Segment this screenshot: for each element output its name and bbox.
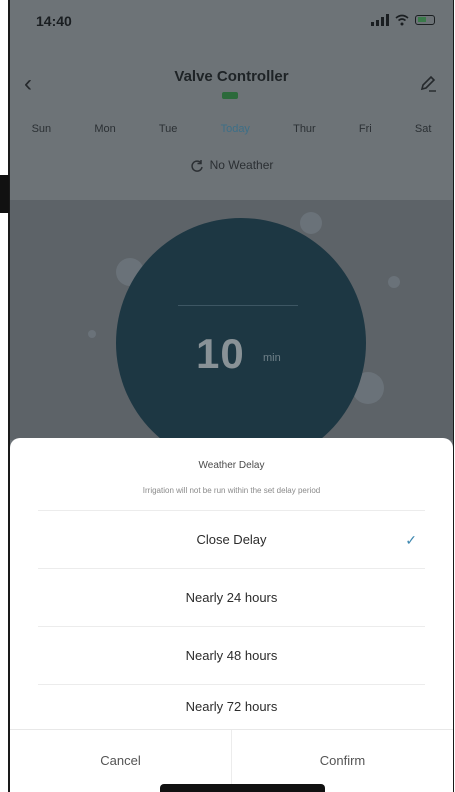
day-tab[interactable]: Fri [359, 123, 372, 135]
pencil-icon[interactable] [419, 74, 437, 92]
decor-bubble [388, 276, 400, 288]
timer-value: 10 [196, 330, 245, 377]
cancel-button[interactable]: Cancel [10, 730, 231, 792]
wifi-icon [395, 14, 409, 26]
status-badge [221, 91, 238, 99]
phone-screen: 14:40 ‹ Valve Controller Sun Mon Tue Tod [8, 0, 454, 792]
signal-icon [371, 14, 389, 26]
nav-bar: ‹ Valve Controller [10, 58, 453, 108]
sheet-footer: Cancel Confirm [10, 729, 453, 792]
day-tab[interactable]: Tue [159, 123, 178, 135]
refresh-icon [190, 159, 203, 172]
day-tab[interactable]: Sun [32, 123, 52, 135]
sheet-description: Irrigation will not be run within the se… [142, 486, 321, 495]
option-label: Nearly 48 hours [185, 648, 278, 663]
decor-bubble [88, 330, 96, 338]
option-label: Nearly 72 hours [185, 699, 278, 714]
status-bar: 14:40 [10, 0, 453, 44]
home-indicator [160, 784, 325, 792]
checkmark-icon: ✓ [405, 532, 417, 548]
device-edge [0, 175, 9, 213]
option-label: Close Delay [196, 532, 267, 547]
option-48-hours[interactable]: Nearly 48 hours [38, 626, 425, 685]
weather-delay-sheet: Weather Delay Irrigation will not be run… [10, 438, 453, 792]
day-tab[interactable]: Mon [94, 123, 115, 135]
weather-label: No Weather [209, 158, 274, 172]
day-tab-today[interactable]: Today [221, 123, 250, 135]
page-title: Valve Controller [174, 68, 289, 85]
option-label: Nearly 24 hours [185, 590, 278, 605]
weather-toggle[interactable]: No Weather [10, 158, 453, 173]
device-status [10, 90, 453, 101]
confirm-button[interactable]: Confirm [232, 730, 453, 792]
status-time: 14:40 [36, 13, 72, 29]
option-24-hours[interactable]: Nearly 24 hours [38, 568, 425, 627]
timer-unit: min [263, 352, 281, 364]
option-72-hours[interactable]: Nearly 72 hours [38, 684, 425, 729]
battery-icon [415, 15, 435, 25]
decor-bubble [300, 212, 322, 234]
sheet-title: Weather Delay [198, 460, 265, 471]
day-tab[interactable]: Thur [293, 123, 316, 135]
dial-divider [178, 305, 298, 306]
day-selector: Sun Mon Tue Today Thur Fri Sat [10, 123, 453, 135]
day-tab[interactable]: Sat [415, 123, 432, 135]
option-close-delay[interactable]: Close Delay ✓ [38, 510, 425, 569]
